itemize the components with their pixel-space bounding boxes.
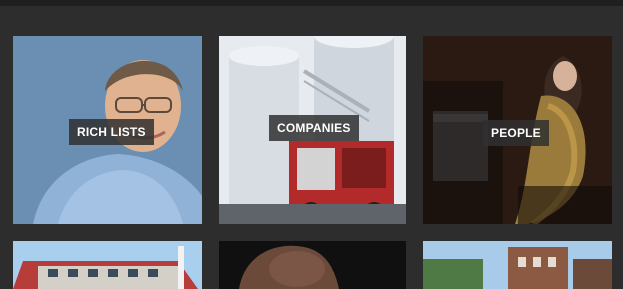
tile-partial-bottom-right[interactable]: [423, 241, 612, 289]
tile-partial-bottom-middle[interactable]: [219, 241, 406, 289]
tile-people[interactable]: PEOPLE: [423, 36, 612, 224]
tile-label: COMPANIES: [269, 115, 359, 141]
tile-partial-bottom-left[interactable]: [13, 241, 202, 289]
building-photo: [13, 241, 202, 289]
tile-label: RICH LISTS: [69, 119, 154, 145]
portrait-photo: [219, 241, 406, 289]
tile-rich-lists[interactable]: RICH LISTS: [13, 36, 202, 224]
campus-photo: [423, 241, 612, 289]
tile-label: PEOPLE: [483, 120, 549, 146]
top-bar: [0, 0, 623, 6]
tile-companies[interactable]: COMPANIES: [219, 36, 406, 224]
category-grid-page: RICH LISTS COMPANIES PEOPLE: [0, 0, 623, 289]
